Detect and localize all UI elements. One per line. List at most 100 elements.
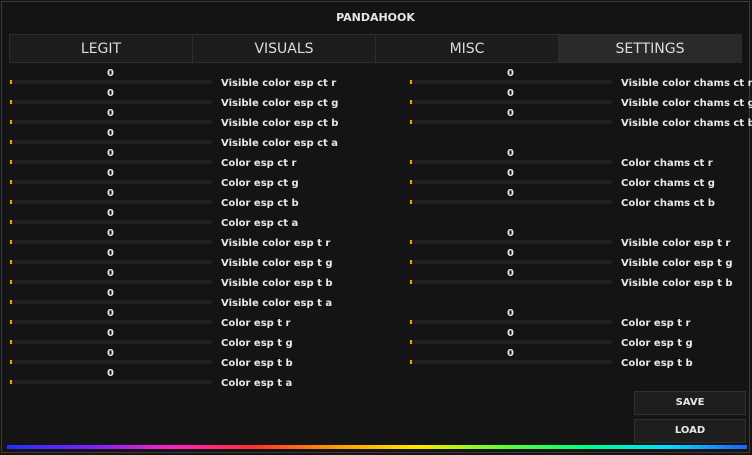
slider-value: 0 (107, 88, 114, 99)
slider-value: 0 (507, 328, 514, 339)
slider-value: 0 (107, 248, 114, 259)
slider-track[interactable] (9, 120, 212, 124)
slider-track[interactable] (9, 180, 212, 184)
slider-handle[interactable] (10, 280, 12, 284)
slider-track[interactable] (409, 360, 612, 364)
slider-handle[interactable] (410, 100, 412, 104)
slider-label: Color esp ct a (221, 218, 299, 229)
slider-value: 0 (107, 148, 114, 159)
slider-handle[interactable] (10, 200, 12, 204)
slider-handle[interactable] (10, 80, 12, 84)
slider-value: 0 (507, 308, 514, 319)
slider-track[interactable] (9, 280, 212, 284)
slider-handle[interactable] (10, 160, 12, 164)
slider-track[interactable] (9, 320, 212, 324)
slider-track[interactable] (409, 340, 612, 344)
slider-handle[interactable] (10, 240, 12, 244)
slider-label: Color chams ct b (621, 198, 715, 209)
slider-label: Visible color esp t g (621, 258, 733, 269)
slider-track[interactable] (409, 280, 612, 284)
slider-handle[interactable] (410, 360, 412, 364)
slider-track[interactable] (9, 100, 212, 104)
slider-handle[interactable] (10, 220, 12, 224)
slider-value: 0 (107, 368, 114, 379)
slider-handle[interactable] (410, 160, 412, 164)
tab-settings[interactable]: SETTINGS (558, 34, 742, 63)
slider-value: 0 (107, 208, 114, 219)
slider-value: 0 (107, 68, 114, 79)
slider-handle[interactable] (10, 320, 12, 324)
save-button[interactable]: SAVE (634, 391, 746, 415)
slider-label: Color esp t g (621, 338, 693, 349)
slider-label: Visible color esp ct a (221, 138, 339, 149)
slider-track[interactable] (409, 160, 612, 164)
slider-track[interactable] (9, 160, 212, 164)
slider-label: Visible color esp ct b (221, 118, 339, 129)
tab-visuals[interactable]: VISUALS (192, 34, 375, 63)
tab-bar: LEGIT VISUALS MISC SETTINGS (9, 34, 742, 63)
slider-label: Color esp t b (621, 358, 693, 369)
slider-track[interactable] (409, 200, 612, 204)
slider-value: 0 (107, 188, 114, 199)
slider-handle[interactable] (10, 100, 12, 104)
slider-handle[interactable] (410, 80, 412, 84)
slider-track[interactable] (409, 240, 612, 244)
slider-label: Visible color chams ct b (621, 118, 752, 129)
slider-handle[interactable] (10, 120, 12, 124)
slider-label: Color esp t r (221, 318, 291, 329)
slider-track[interactable] (9, 200, 212, 204)
tab-misc[interactable]: MISC (375, 34, 558, 63)
slider-handle[interactable] (10, 140, 12, 144)
slider-label: Visible color esp t r (621, 238, 731, 249)
slider-handle[interactable] (410, 320, 412, 324)
slider-label: Visible color esp t b (221, 278, 333, 289)
rainbow-accent-bar (7, 445, 747, 449)
slider-track[interactable] (409, 100, 612, 104)
slider-handle[interactable] (10, 300, 12, 304)
slider-value: 0 (107, 288, 114, 299)
slider-track[interactable] (409, 260, 612, 264)
tab-legit[interactable]: LEGIT (9, 34, 192, 63)
slider-track[interactable] (9, 220, 212, 224)
slider-label: Visible color esp t b (621, 278, 733, 289)
slider-value: 0 (107, 348, 114, 359)
slider-handle[interactable] (10, 380, 12, 384)
slider-track[interactable] (409, 320, 612, 324)
slider-track[interactable] (409, 180, 612, 184)
slider-track[interactable] (9, 380, 212, 384)
slider-handle[interactable] (410, 120, 412, 124)
slider-label: Color esp t b (221, 358, 293, 369)
slider-label: Visible color esp ct g (221, 98, 339, 109)
slider-handle[interactable] (410, 260, 412, 264)
slider-label: Color esp t g (221, 338, 293, 349)
slider-label: Color esp t a (221, 378, 293, 389)
slider-handle[interactable] (410, 280, 412, 284)
slider-track[interactable] (9, 140, 212, 144)
slider-handle[interactable] (10, 180, 12, 184)
slider-value: 0 (507, 188, 514, 199)
window-title[interactable]: PANDAHOOK (2, 2, 749, 32)
slider-track[interactable] (409, 120, 612, 124)
slider-value: 0 (107, 308, 114, 319)
slider-track[interactable] (9, 260, 212, 264)
slider-value: 0 (107, 108, 114, 119)
slider-handle[interactable] (410, 180, 412, 184)
slider-track[interactable] (9, 300, 212, 304)
slider-track[interactable] (9, 80, 212, 84)
slider-handle[interactable] (410, 340, 412, 344)
slider-track[interactable] (9, 340, 212, 344)
slider-handle[interactable] (410, 200, 412, 204)
slider-track[interactable] (9, 360, 212, 364)
slider-label: Color esp ct b (221, 198, 299, 209)
load-button[interactable]: LOAD (634, 419, 746, 443)
slider-value: 0 (507, 108, 514, 119)
slider-handle[interactable] (10, 260, 12, 264)
slider-handle[interactable] (10, 340, 12, 344)
slider-value: 0 (507, 68, 514, 79)
slider-handle[interactable] (10, 360, 12, 364)
slider-track[interactable] (409, 80, 612, 84)
slider-value: 0 (507, 268, 514, 279)
slider-handle[interactable] (410, 240, 412, 244)
slider-label: Visible color esp t g (221, 258, 333, 269)
slider-track[interactable] (9, 240, 212, 244)
